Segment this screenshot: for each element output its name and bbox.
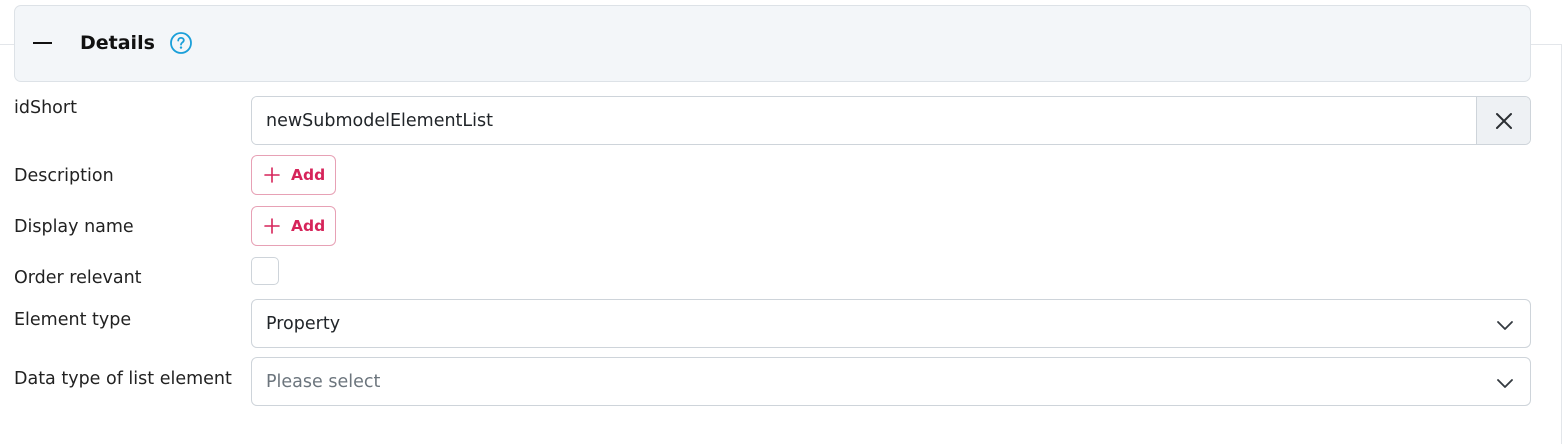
add-description-button[interactable]: Add <box>251 155 336 195</box>
plus-icon <box>264 218 280 234</box>
chevron-down-icon <box>1497 379 1513 388</box>
add-display-name-label: Add <box>291 217 326 235</box>
element-type-label: Element type <box>14 310 132 330</box>
section-title: Details <box>80 32 155 54</box>
add-display-name-button[interactable]: Add <box>251 206 336 246</box>
data-type-label: Data type of list element <box>14 369 232 389</box>
description-label: Description <box>14 166 114 186</box>
idshort-label: idShort <box>14 98 77 118</box>
details-header: Details <box>14 5 1531 82</box>
element-type-value: Property <box>266 314 341 334</box>
clear-idshort-button[interactable] <box>1476 97 1530 144</box>
add-description-label: Add <box>291 166 326 184</box>
idshort-field-group <box>251 96 1531 145</box>
question-circle-icon[interactable] <box>170 32 192 54</box>
order-relevant-checkbox[interactable] <box>251 257 279 285</box>
data-type-placeholder: Please select <box>266 372 381 392</box>
display-name-label: Display name <box>14 217 134 237</box>
data-type-select[interactable]: Please select <box>251 357 1531 406</box>
plus-icon <box>264 167 280 183</box>
order-relevant-label: Order relevant <box>14 268 142 288</box>
minus-icon[interactable] <box>32 32 52 54</box>
element-type-select[interactable]: Property <box>251 299 1531 348</box>
close-icon <box>1495 112 1512 129</box>
idshort-input[interactable] <box>252 97 1476 144</box>
chevron-down-icon <box>1497 321 1513 330</box>
